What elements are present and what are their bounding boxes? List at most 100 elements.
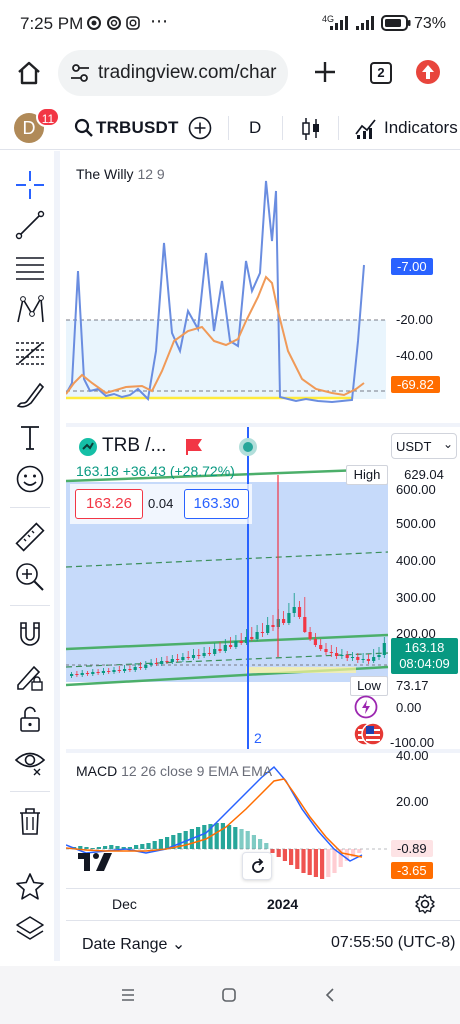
update-icon[interactable] xyxy=(415,59,441,85)
candle-body xyxy=(218,649,222,651)
emoji-icon[interactable] xyxy=(14,463,46,495)
toolbar-divider xyxy=(10,791,50,792)
ruler-icon[interactable] xyxy=(14,521,46,553)
vpn-icon xyxy=(87,16,101,30)
home-button-icon[interactable] xyxy=(221,987,237,1003)
unlock-icon[interactable] xyxy=(14,703,46,735)
indicators-button[interactable]: Indicators xyxy=(384,118,458,138)
high-label: High xyxy=(346,465,388,485)
candle-body xyxy=(372,657,376,661)
signal-icon-1 xyxy=(330,16,348,30)
favorites-star-icon[interactable] xyxy=(14,871,46,903)
compare-plus-icon[interactable] xyxy=(188,116,212,140)
candle-body xyxy=(96,672,100,673)
candle-body xyxy=(350,657,355,658)
economic-events-flag-icon[interactable] xyxy=(352,721,386,747)
zoom-in-icon[interactable] xyxy=(14,561,46,593)
candle-body xyxy=(324,649,328,652)
battery-percentage: 73% xyxy=(414,15,447,32)
candle-body xyxy=(170,659,174,662)
brush-icon[interactable] xyxy=(14,378,46,410)
candle-body xyxy=(266,625,270,633)
indicators-icon[interactable] xyxy=(354,116,378,140)
candle-body xyxy=(361,659,365,660)
macd-legend[interactable]: MACD 12 26 close 9 EMA EMA xyxy=(76,763,272,779)
sell-button[interactable]: 163.26 xyxy=(75,489,143,519)
macd-value: -0.89 xyxy=(391,840,433,857)
willy-params: 12 9 xyxy=(137,166,165,182)
signal-icon-2 xyxy=(356,16,374,30)
date-range-button[interactable]: Date Range ⌄ xyxy=(82,934,185,954)
macd-histogram-bar xyxy=(146,843,151,849)
candle-body xyxy=(144,665,148,668)
tradingview-logo-icon xyxy=(78,853,112,871)
macd-histogram-bar xyxy=(313,849,318,877)
last-price: 163.18 xyxy=(76,463,119,479)
macd-signal-value: -3.65 xyxy=(391,862,433,879)
candle-body xyxy=(239,641,243,643)
candles-chart-type-icon[interactable] xyxy=(300,116,322,142)
timezone-clock-button[interactable]: 07:55:50 (UTC-8) xyxy=(331,934,456,952)
instagram-icon xyxy=(126,16,140,30)
divider xyxy=(338,116,339,140)
site-info-icon[interactable] xyxy=(70,63,90,83)
lightning-alert-icon[interactable] xyxy=(354,695,378,719)
drawing-toolbar xyxy=(0,151,60,961)
browser-toolbar: tradingview.com/char 2 xyxy=(0,48,460,100)
new-tab-plus-icon[interactable] xyxy=(313,60,337,84)
macd-histogram-bar xyxy=(289,849,294,865)
candle-body xyxy=(223,645,227,651)
reset-chart-button[interactable] xyxy=(242,852,272,880)
symbol-search-button[interactable]: TRBUSDT xyxy=(96,118,179,138)
price-symbol-title[interactable]: TRB /... xyxy=(102,435,166,457)
text-icon[interactable] xyxy=(14,421,46,453)
macd-axis-tick: 20.00 xyxy=(396,794,429,809)
magnet-icon[interactable] xyxy=(14,619,46,651)
willy-title[interactable]: The Willy 12 9 xyxy=(76,166,165,182)
pattern-icon[interactable] xyxy=(14,294,46,326)
candle-body xyxy=(292,607,296,613)
url-text: tradingview.com/char xyxy=(98,62,277,83)
macd-histogram-bar xyxy=(152,841,157,849)
back-icon[interactable] xyxy=(322,987,338,1003)
macd-histogram-bar xyxy=(239,829,244,849)
buy-button[interactable]: 163.30 xyxy=(184,489,249,519)
address-bar[interactable]: tradingview.com/char xyxy=(58,50,288,96)
candle-body xyxy=(329,652,333,653)
chart-settings-gear-icon[interactable] xyxy=(414,893,436,915)
macd-title: MACD xyxy=(76,763,118,779)
trend-line-icon[interactable] xyxy=(14,209,46,241)
system-navigation-bar xyxy=(0,966,460,1024)
candle-body xyxy=(382,643,386,655)
divider xyxy=(228,116,229,140)
macd-histogram-bar xyxy=(332,849,337,873)
cursor-handle[interactable] xyxy=(239,438,257,456)
candle-body xyxy=(165,661,169,662)
spread-value: 0.04 xyxy=(148,496,174,511)
price-axis-tick: 400.00 xyxy=(396,553,436,568)
trash-icon[interactable] xyxy=(14,805,46,837)
interval-button[interactable]: D xyxy=(249,118,261,138)
currency-selector[interactable]: USDT ⌄ xyxy=(391,433,457,459)
object-tree-layers-icon[interactable] xyxy=(14,913,46,945)
crosshair-icon[interactable] xyxy=(14,169,46,201)
horizontal-lines-icon[interactable] xyxy=(14,252,46,284)
candle-body xyxy=(123,669,127,671)
reset-rotate-icon xyxy=(252,858,264,873)
candle-body xyxy=(91,672,95,674)
search-icon[interactable] xyxy=(74,118,94,138)
candle-body xyxy=(117,670,121,671)
home-icon[interactable] xyxy=(16,60,42,86)
visibility-eye-icon[interactable] xyxy=(14,745,46,777)
candle-body xyxy=(207,653,211,654)
candle-body xyxy=(133,667,137,670)
fib-retracement-icon[interactable] xyxy=(14,337,46,369)
candle-body xyxy=(70,674,74,676)
notification-badge: 11 xyxy=(36,107,60,127)
flag-icon[interactable] xyxy=(184,437,204,455)
tab-switcher-button[interactable]: 2 xyxy=(370,62,392,84)
macd-histogram-bar xyxy=(276,849,281,857)
recent-apps-icon[interactable] xyxy=(120,987,136,1003)
lock-drawing-icon[interactable] xyxy=(14,661,46,693)
candle-body xyxy=(297,607,302,617)
